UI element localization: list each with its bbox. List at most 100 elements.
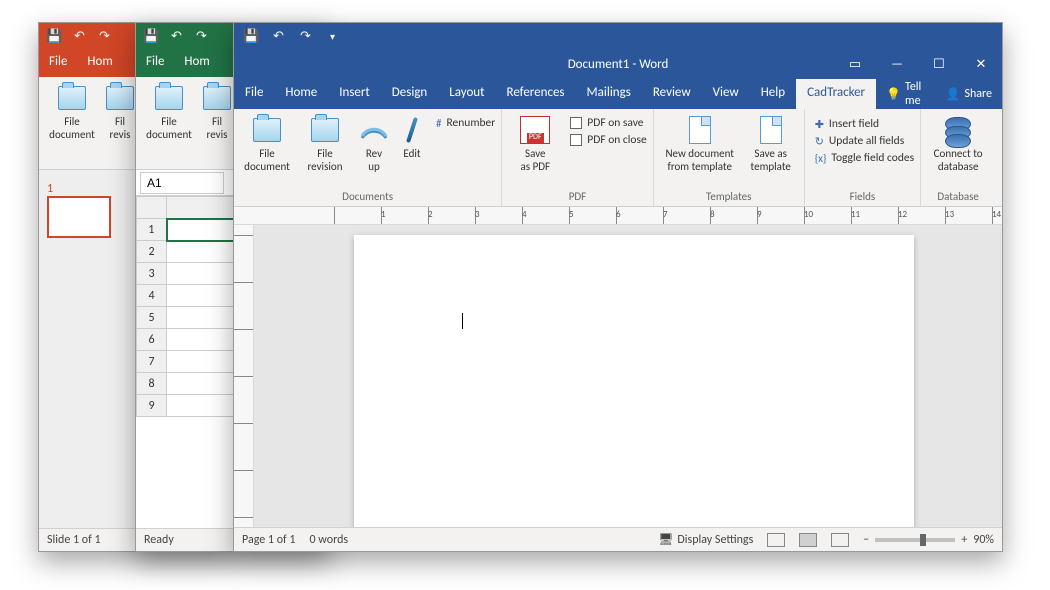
xl-file-revision-button[interactable]: Fil revis — [200, 81, 234, 141]
xl-file-document-button[interactable]: File document — [142, 81, 196, 141]
file-document-button[interactable]: File document — [240, 113, 294, 173]
wd-ribbon-tabs: File Home Insert Design Layout Reference… — [234, 79, 1002, 109]
wd-document-page[interactable] — [354, 235, 914, 527]
xl-row-header[interactable]: 9 — [137, 395, 167, 417]
save-as-pdf-button[interactable]: PDF Save as PDF — [508, 113, 562, 173]
save-icon[interactable]: 💾 — [144, 29, 159, 44]
xl-file-document-label: File document — [146, 115, 192, 141]
xl-select-all[interactable] — [137, 197, 167, 219]
new-document-from-template-button[interactable]: New document from template — [660, 113, 740, 173]
wd-vertical-ruler[interactable] — [234, 225, 254, 527]
zoom-slider[interactable] — [875, 538, 955, 542]
edit-button[interactable]: Edit — [396, 113, 428, 160]
plus-icon: ✚ — [815, 118, 824, 131]
tab-cadtracker[interactable]: CadTracker — [796, 79, 876, 109]
insert-field-button[interactable]: ✚ Insert field — [815, 117, 914, 131]
toggle-codes-label: Toggle field codes — [831, 151, 914, 165]
document-icon — [760, 116, 782, 144]
tab-review[interactable]: Review — [642, 79, 702, 109]
wd-horizontal-ruler[interactable]: 123456789101112131415161718 — [234, 207, 1002, 225]
connect-to-database-button[interactable]: Connect to database — [927, 113, 989, 173]
close-button[interactable]: ✕ — [960, 49, 1002, 79]
xl-row-header[interactable]: 3 — [137, 263, 167, 285]
xl-row-header[interactable]: 2 — [137, 241, 167, 263]
read-mode-view-icon[interactable] — [767, 533, 785, 547]
zoom-in-icon[interactable]: + — [961, 533, 967, 547]
undo-icon[interactable]: ↶ — [271, 29, 286, 44]
xl-row-header[interactable]: 4 — [137, 285, 167, 307]
pp-tab-home[interactable]: Hom — [77, 49, 122, 77]
pp-tab-file[interactable]: File — [39, 49, 77, 77]
redo-icon[interactable]: ↷ — [194, 29, 209, 44]
group-pdf-label: PDF — [569, 188, 587, 206]
web-layout-view-icon[interactable] — [831, 533, 849, 547]
xl-tab-home[interactable]: Hom — [174, 49, 219, 77]
folder-icon — [155, 86, 183, 110]
zoom-level[interactable]: 90% — [973, 533, 994, 547]
tell-me-label: Tell me — [905, 80, 925, 108]
text-cursor — [462, 313, 463, 329]
update-all-fields-button[interactable]: ↻ Update all fields — [815, 134, 914, 148]
status-page[interactable]: Page 1 of 1 — [242, 533, 296, 547]
file-revision-label: File revision — [307, 147, 342, 173]
display-settings-button[interactable]: 🖥 Display Settings — [658, 532, 753, 547]
pp-file-revision-button[interactable]: Fil revis — [103, 81, 137, 141]
pp-file-document-button[interactable]: File document — [45, 81, 99, 141]
new-doc-label: New document from template — [665, 147, 734, 173]
pdf-on-save-checkbox[interactable]: PDF on save — [570, 116, 646, 130]
tab-layout[interactable]: Layout — [438, 79, 495, 109]
tab-help[interactable]: Help — [750, 79, 796, 109]
group-templates: New document from template Save as templ… — [654, 109, 805, 206]
zoom-control[interactable]: − + 90% — [863, 533, 994, 547]
redo-icon[interactable]: ↷ — [298, 29, 313, 44]
tell-me-search[interactable]: 💡 Tell me — [876, 79, 935, 109]
xl-row-header[interactable]: 1 — [137, 219, 167, 241]
file-revision-button[interactable]: File revision — [298, 113, 352, 173]
pdf-on-close-checkbox[interactable]: PDF on close — [570, 133, 646, 147]
rev-up-button[interactable]: Rev up — [356, 113, 392, 173]
tab-home[interactable]: Home — [274, 79, 328, 109]
tab-mailings[interactable]: Mailings — [576, 79, 642, 109]
xl-tab-file[interactable]: File — [136, 49, 174, 77]
tab-view[interactable]: View — [702, 79, 750, 109]
tab-insert[interactable]: Insert — [328, 79, 381, 109]
xl-row-header[interactable]: 7 — [137, 351, 167, 373]
display-settings-label: Display Settings — [677, 533, 753, 547]
pp-slide-number: 1 — [47, 182, 53, 196]
save-icon[interactable]: 💾 — [244, 29, 259, 44]
rev-up-icon — [358, 115, 390, 145]
save-icon[interactable]: 💾 — [47, 29, 62, 44]
group-pdf: PDF Save as PDF PDF on save PDF on close… — [502, 109, 653, 206]
pp-slide-thumbnail[interactable] — [47, 196, 111, 238]
group-fields-label: Fields — [850, 188, 876, 206]
group-database: Connect to database Database — [921, 109, 995, 206]
minimize-button[interactable]: — — [876, 49, 918, 79]
print-layout-view-icon[interactable] — [799, 533, 817, 547]
undo-icon[interactable]: ↶ — [72, 29, 87, 44]
xl-row-header[interactable]: 5 — [137, 307, 167, 329]
undo-icon[interactable]: ↶ — [169, 29, 184, 44]
toggle-field-codes-button[interactable]: {x} Toggle field codes — [815, 151, 914, 165]
zoom-out-icon[interactable]: − — [863, 533, 869, 547]
update-fields-label: Update all fields — [829, 134, 904, 148]
folder-icon — [253, 118, 281, 142]
save-as-template-button[interactable]: Save as template — [744, 113, 798, 173]
document-icon — [689, 116, 711, 144]
ribbon-display-options-icon[interactable]: ▭ — [834, 49, 876, 79]
tab-file[interactable]: File — [234, 79, 274, 109]
pdf-icon: PDF — [520, 116, 550, 144]
status-word-count[interactable]: 0 words — [310, 533, 349, 547]
redo-icon[interactable]: ↷ — [97, 29, 112, 44]
share-button[interactable]: 👤 Share — [935, 79, 1002, 109]
pdf-on-save-label: PDF on save — [587, 116, 643, 130]
xl-name-box[interactable] — [140, 172, 224, 194]
folder-icon — [203, 86, 231, 110]
xl-row-header[interactable]: 8 — [137, 373, 167, 395]
group-fields: ✚ Insert field ↻ Update all fields {x} T… — [805, 109, 921, 206]
maximize-button[interactable]: ☐ — [918, 49, 960, 79]
tab-references[interactable]: References — [496, 79, 576, 109]
renumber-button[interactable]: # Renumber — [436, 116, 495, 130]
tab-design[interactable]: Design — [381, 79, 438, 109]
xl-row-header[interactable]: 6 — [137, 329, 167, 351]
customize-qat-icon[interactable]: ▾ — [325, 29, 340, 44]
